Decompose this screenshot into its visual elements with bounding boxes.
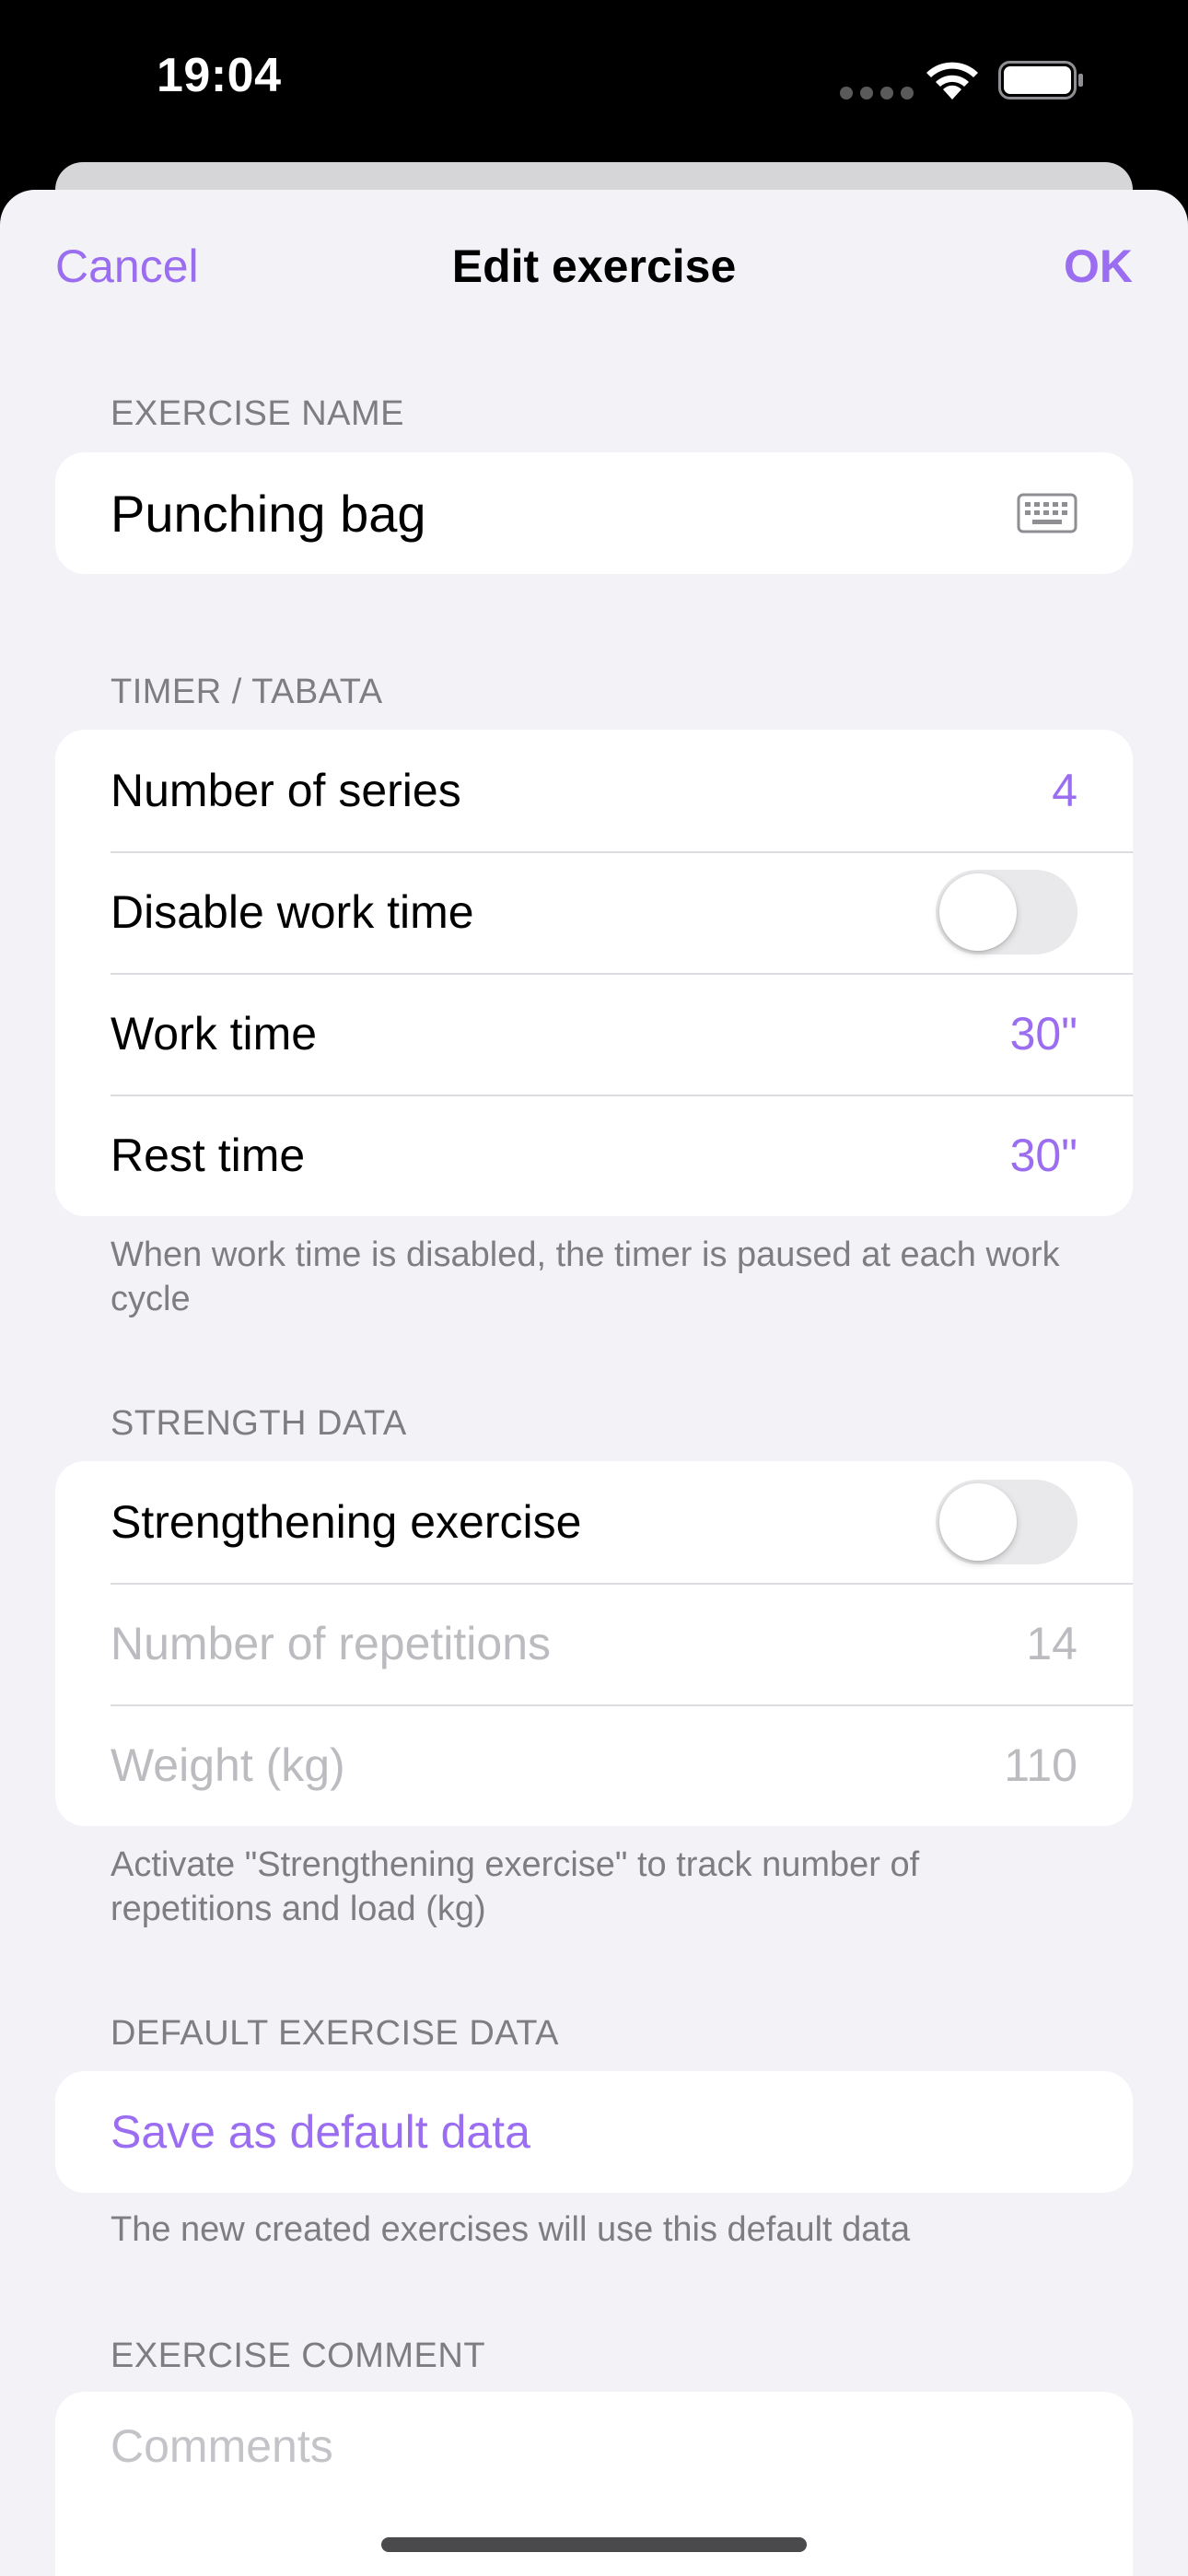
exercise-name-card <box>55 452 1133 574</box>
number-of-repetitions-label: Number of repetitions <box>111 1618 552 1669</box>
weight-label: Weight (kg) <box>111 1739 345 1791</box>
disable-work-time-label: Disable work time <box>111 886 474 938</box>
work-time-value: 30" <box>1009 1008 1077 1060</box>
cancel-button[interactable]: Cancel <box>55 240 199 293</box>
timer-card: Number of series 4 Disable work time Wor… <box>55 730 1133 1216</box>
wifi-icon <box>926 62 978 100</box>
default-data-card: Save as default data <box>55 2071 1133 2193</box>
edit-exercise-sheet: Cancel Edit exercise OK EXERCISE NAME TI… <box>0 190 1188 2576</box>
exercise-name-row <box>55 452 1133 574</box>
strengthening-exercise-toggle[interactable] <box>936 1480 1077 1564</box>
save-as-default-button[interactable]: Save as default data <box>55 2071 1133 2193</box>
section-header-exercise-name: EXERCISE NAME <box>111 394 405 433</box>
status-time: 19:04 <box>157 49 282 102</box>
screen: 19:04 Cancel Edit exercise OK EXERCISE N… <box>0 0 1188 2576</box>
section-header-default-data: DEFAULT EXERCISE DATA <box>111 2014 560 2053</box>
weight-row: Weight (kg) 110 <box>55 1704 1133 1826</box>
disable-work-time-row: Disable work time <box>55 851 1133 973</box>
rest-time-label: Rest time <box>111 1130 306 1181</box>
comment-textarea[interactable] <box>111 2419 1077 2576</box>
work-time-label: Work time <box>111 1008 318 1060</box>
strength-footer-note: Activate "Strengthening exercise" to tra… <box>111 1845 920 1928</box>
rest-time-row[interactable]: Rest time 30" <box>55 1095 1133 1216</box>
section-header-comment: EXERCISE COMMENT <box>111 2336 486 2375</box>
exercise-name-input[interactable] <box>111 483 1017 544</box>
number-of-series-row[interactable]: Number of series 4 <box>55 730 1133 851</box>
keyboard-icon[interactable] <box>1017 493 1077 533</box>
number-of-repetitions-value: 14 <box>1026 1618 1077 1669</box>
home-indicator[interactable] <box>381 2537 807 2552</box>
number-of-repetitions-row: Number of repetitions 14 <box>55 1583 1133 1704</box>
work-time-row[interactable]: Work time 30" <box>55 973 1133 1095</box>
cellular-dots-icon <box>840 87 914 100</box>
section-header-timer: TIMER / TABATA <box>111 673 383 711</box>
number-of-series-label: Number of series <box>111 765 461 816</box>
battery-icon <box>998 61 1083 100</box>
disable-work-time-toggle[interactable] <box>936 870 1077 954</box>
section-header-strength: STRENGTH DATA <box>111 1404 407 1443</box>
strengthening-exercise-row: Strengthening exercise <box>55 1461 1133 1583</box>
rest-time-value: 30" <box>1009 1130 1077 1181</box>
weight-value: 110 <box>1004 1739 1077 1791</box>
default-data-footer-note: The new created exercises will use this … <box>111 2210 911 2249</box>
strength-card: Strengthening exercise Number of repetit… <box>55 1461 1133 1826</box>
save-as-default-label: Save as default data <box>111 2106 530 2158</box>
ok-button[interactable]: OK <box>1064 240 1133 293</box>
strengthening-exercise-label: Strengthening exercise <box>111 1496 582 1548</box>
timer-footer-note: When work time is disabled, the timer is… <box>111 1235 1060 1318</box>
number-of-series-value: 4 <box>1052 765 1077 816</box>
